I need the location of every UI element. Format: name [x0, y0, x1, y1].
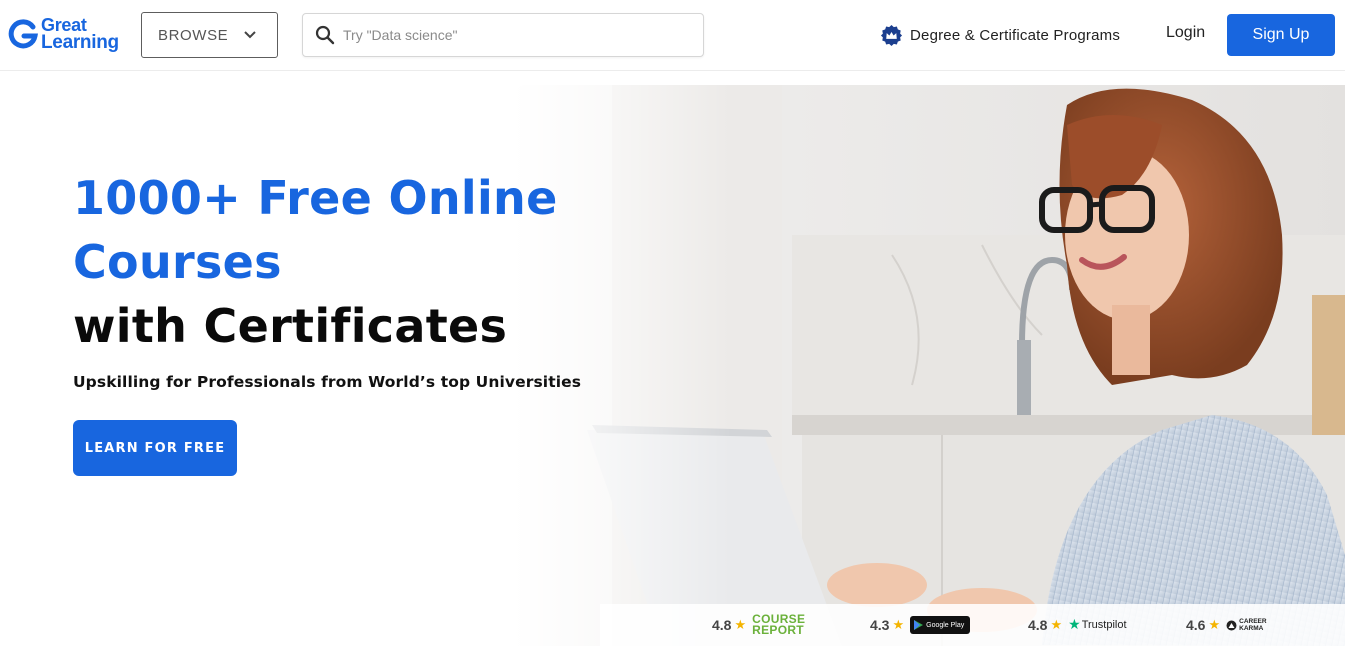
- career-karma-label: CAREER KARMA: [1239, 618, 1266, 632]
- star-icon: ★: [734, 617, 747, 633]
- star-icon: ★: [892, 617, 905, 633]
- rating-value: 4.8: [712, 617, 732, 633]
- login-link[interactable]: Login: [1166, 24, 1205, 42]
- crown-badge-icon: [880, 24, 903, 46]
- career-karma-logo: CAREER KARMA: [1226, 618, 1267, 632]
- rating-value: 4.6: [1186, 617, 1206, 633]
- rating-career-karma: 4.6 ★ CAREER KARMA: [1186, 604, 1267, 646]
- chevron-down-icon: [244, 31, 256, 39]
- great-learning-logo[interactable]: Great Learning: [8, 14, 119, 54]
- browse-label: BROWSE: [158, 26, 229, 44]
- search-icon: [315, 25, 335, 45]
- sign-up-button[interactable]: Sign Up: [1227, 14, 1335, 56]
- rating-course-report: 4.8 ★ COURSE REPORT: [712, 604, 805, 646]
- headline-line-3: with Certificates: [73, 299, 508, 353]
- degree-certificate-programs-link[interactable]: Degree & Certificate Programs: [880, 22, 1120, 48]
- great-learning-logo-icon: [8, 19, 38, 49]
- trustpilot-label: Trustpilot: [1081, 619, 1127, 631]
- career-karma-line2: KARMA: [1239, 625, 1264, 632]
- star-icon: ★: [1208, 617, 1221, 633]
- hero-subtitle: Upskilling for Professionals from World’…: [73, 373, 582, 391]
- rating-google-play: 4.3 ★ Google Play: [870, 604, 971, 646]
- trustpilot-star-icon: ★: [1068, 617, 1081, 633]
- google-play-label: Google Play: [926, 621, 965, 629]
- headline-line-2: Courses: [73, 235, 282, 289]
- programs-label: Degree & Certificate Programs: [910, 26, 1121, 44]
- browse-dropdown[interactable]: BROWSE: [141, 12, 278, 58]
- google-play-icon: [914, 620, 924, 630]
- learn-for-free-button[interactable]: LEARN FOR FREE: [73, 420, 237, 476]
- headline-line-1: 1000+ Free Online: [73, 171, 558, 225]
- course-report-logo: COURSE REPORT: [752, 613, 805, 637]
- rating-trustpilot: 4.8 ★ ★ Trustpilot: [1028, 604, 1127, 646]
- course-report-line2: REPORT: [752, 623, 804, 637]
- trustpilot-logo: ★ Trustpilot: [1068, 617, 1126, 633]
- logo-wordmark: Great Learning: [41, 16, 119, 53]
- search-input[interactable]: [343, 20, 683, 50]
- career-karma-line1: CAREER: [1239, 618, 1267, 625]
- top-navigation-bar: Great Learning BROWSE Degree & Certifica…: [0, 0, 1345, 71]
- star-icon: ★: [1050, 617, 1063, 633]
- rating-value: 4.8: [1028, 617, 1048, 633]
- ratings-bar: 4.8 ★ COURSE REPORT 4.3 ★ Google Play 4.…: [600, 604, 1345, 646]
- hero-headline: 1000+ Free Online Courses with Certifica…: [73, 166, 558, 358]
- search-box[interactable]: [302, 13, 704, 57]
- career-karma-icon: [1226, 620, 1237, 630]
- rating-value: 4.3: [870, 617, 890, 633]
- logo-text-line2: Learning: [41, 32, 119, 53]
- google-play-badge: Google Play: [910, 616, 971, 634]
